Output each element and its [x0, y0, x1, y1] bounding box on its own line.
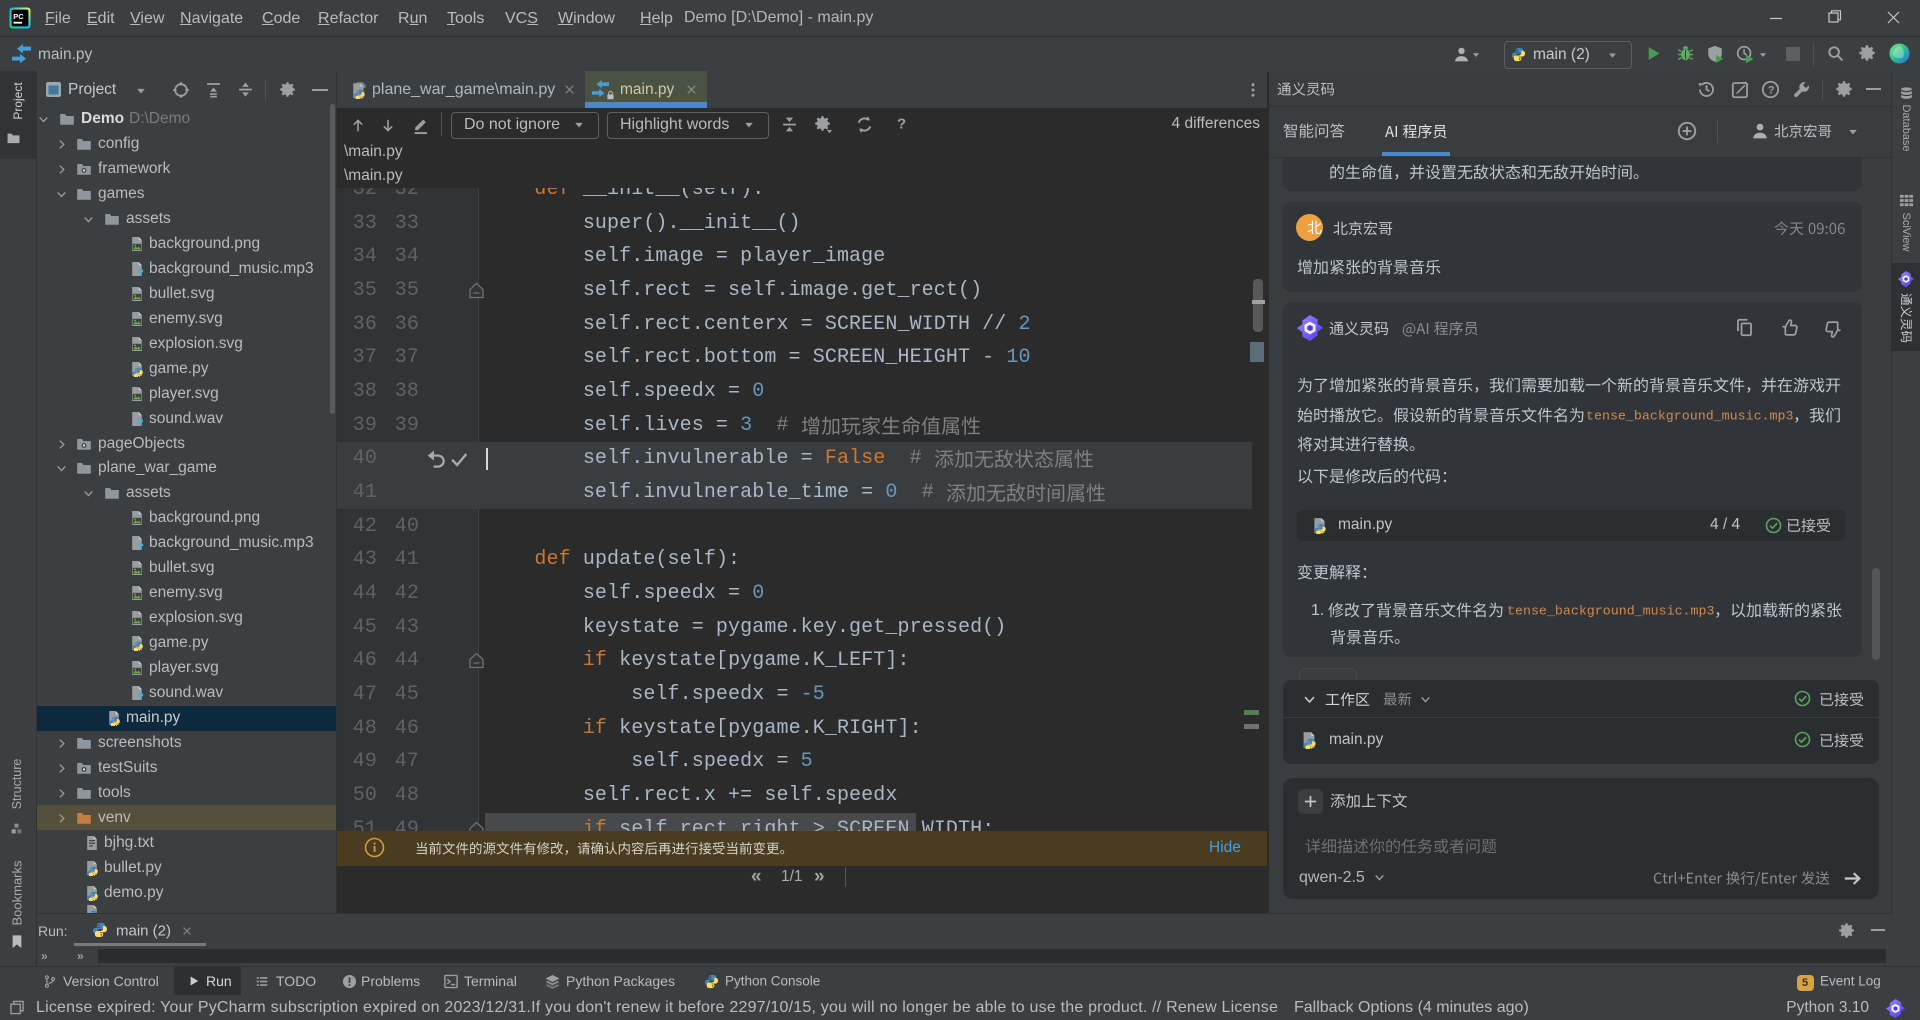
- svg-text:PC: PC: [13, 12, 24, 21]
